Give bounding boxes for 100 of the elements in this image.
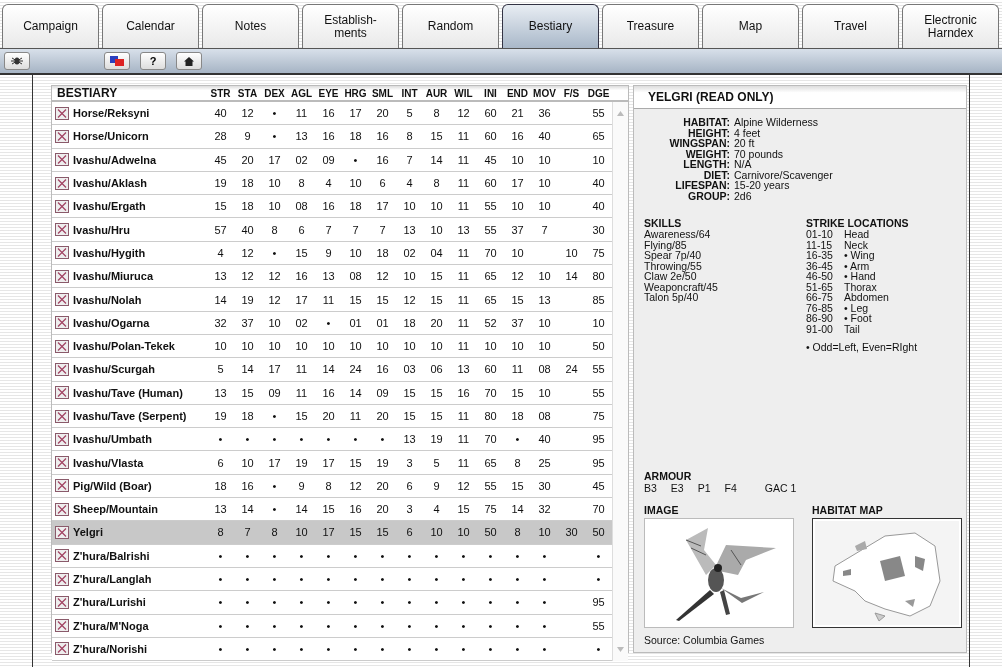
table-cell-text: • [325, 316, 332, 329]
table-cell-text: 13 [294, 130, 309, 143]
panel-title: BESTIARY [56, 86, 119, 100]
table-cell-text: 10 [537, 340, 552, 353]
cross-icon[interactable] [55, 339, 69, 353]
tab[interactable]: Treasure [602, 4, 699, 48]
table-cell-text: 36 [537, 107, 552, 120]
tab[interactable]: Random [402, 4, 499, 48]
range-text: 51-65 [806, 281, 834, 292]
skill-item: Spear 7p/40 [644, 250, 703, 261]
table-cell-text: 16 [375, 130, 390, 143]
field-value: 20 ft [734, 138, 756, 149]
table-cell-text: 8 [513, 526, 522, 539]
cross-icon[interactable] [55, 479, 69, 493]
table-cell-text: • [541, 619, 548, 632]
table-cell-text: • [271, 549, 278, 562]
table-cell-text: 09 [375, 386, 390, 399]
table-cell-text: 17 [267, 153, 282, 166]
table-cell-text: • [352, 619, 359, 632]
bug-button[interactable] [4, 52, 30, 70]
tab[interactable]: Campaign [2, 4, 99, 48]
cross-icon[interactable] [55, 176, 69, 190]
cross-icon[interactable] [55, 362, 69, 376]
cross-icon[interactable] [55, 619, 69, 633]
table-cell-text: 55 [591, 107, 606, 120]
field-label: LENGTH: [682, 159, 730, 170]
armour-value: F4 [724, 482, 737, 494]
range-text: 76-85 [806, 302, 834, 313]
table-cell-text: • [271, 479, 278, 492]
table-cell-text: 15 [429, 386, 444, 399]
column-header: HRG [343, 87, 368, 99]
table-cell-text: Ivashu/Tave (Serpent) [72, 410, 188, 422]
tab[interactable]: Map [702, 4, 799, 48]
language-button[interactable] [104, 52, 130, 70]
table-cell-text: 15 [375, 526, 390, 539]
cross-icon[interactable] [55, 316, 69, 330]
cross-icon[interactable] [55, 642, 69, 656]
cross-icon[interactable] [55, 572, 69, 586]
table-row[interactable]: Yelgri 8 7 8 10 17 15 15 6 10 10 50 8 10 30 50 [52, 521, 612, 545]
table-cell-text: 12 [375, 270, 390, 283]
tab[interactable]: Travel [802, 4, 899, 48]
tab[interactable]: Notes [202, 4, 299, 48]
tab[interactable]: Establish- ments [302, 4, 399, 48]
table-cell-text: • [352, 549, 359, 562]
location-text: • Leg [844, 302, 869, 313]
cross-icon[interactable] [55, 106, 69, 120]
table-cell-text: • [298, 642, 305, 655]
table-cell-text: • [487, 596, 494, 609]
table-cell-text: 7 [405, 153, 414, 166]
cross-icon[interactable] [55, 199, 69, 213]
armour-value: GAC 1 [764, 482, 797, 494]
table-cell-text: 18 [510, 410, 525, 422]
home-button[interactable] [176, 52, 202, 70]
table-cell-text: 17 [348, 107, 363, 120]
table-cell-text: 10 [510, 246, 525, 259]
table-cell-text: • [379, 596, 386, 609]
cross-icon[interactable] [55, 502, 69, 516]
table-cell-text: 6 [216, 456, 225, 469]
table-cell-text: 10 [537, 153, 552, 166]
table-cell-text: 10 [240, 456, 255, 469]
table-cell-text: 10 [456, 526, 471, 539]
table-cell-text: 12 [267, 293, 282, 306]
table-cell-text: 4 [216, 246, 225, 259]
table-cell-text: 10 [429, 340, 444, 353]
table-cell-text: 17 [267, 363, 282, 376]
cross-icon[interactable] [55, 549, 69, 563]
table-cell-text: 70 [483, 386, 498, 399]
cross-icon[interactable] [55, 456, 69, 470]
cross-icon[interactable] [55, 223, 69, 237]
cross-icon[interactable] [55, 595, 69, 609]
table-cell-text: Z'hura/Lurishi [72, 596, 147, 609]
table-cell-text: 75 [483, 503, 498, 516]
tab[interactable]: Bestiary [502, 4, 599, 48]
table-cell-text: • [433, 573, 440, 586]
cross-icon[interactable] [55, 129, 69, 143]
table-cell-text: 95 [591, 596, 606, 609]
help-button[interactable]: ? [140, 52, 166, 70]
cross-icon[interactable] [55, 432, 69, 446]
table-cell-text: • [433, 549, 440, 562]
cross-icon[interactable] [55, 526, 69, 539]
cross-icon[interactable] [55, 269, 69, 283]
table-cell-text: 70 [483, 246, 498, 259]
table-cell-text: 12 [348, 479, 363, 492]
table-cell-text: • [244, 573, 251, 586]
table-cell-text: 60 [483, 363, 498, 376]
location-text: Tail [844, 323, 860, 334]
table-cell-text: • [325, 619, 332, 632]
cross-icon[interactable] [55, 409, 69, 423]
table-cell-text: 40 [213, 107, 228, 120]
cross-icon[interactable] [55, 386, 69, 400]
column-header: AUR [424, 87, 449, 99]
tab[interactable]: Electronic Harndex [902, 4, 999, 48]
table-cell-text: 11 [294, 107, 309, 120]
cross-icon[interactable] [55, 153, 69, 167]
table-cell-text: 13 [213, 386, 228, 399]
table-cell-text: 65 [483, 270, 498, 283]
cross-icon[interactable] [55, 246, 69, 260]
tab[interactable]: Calendar [102, 4, 199, 48]
cross-icon[interactable] [55, 293, 69, 306]
table-cell-text: 95 [591, 433, 606, 446]
